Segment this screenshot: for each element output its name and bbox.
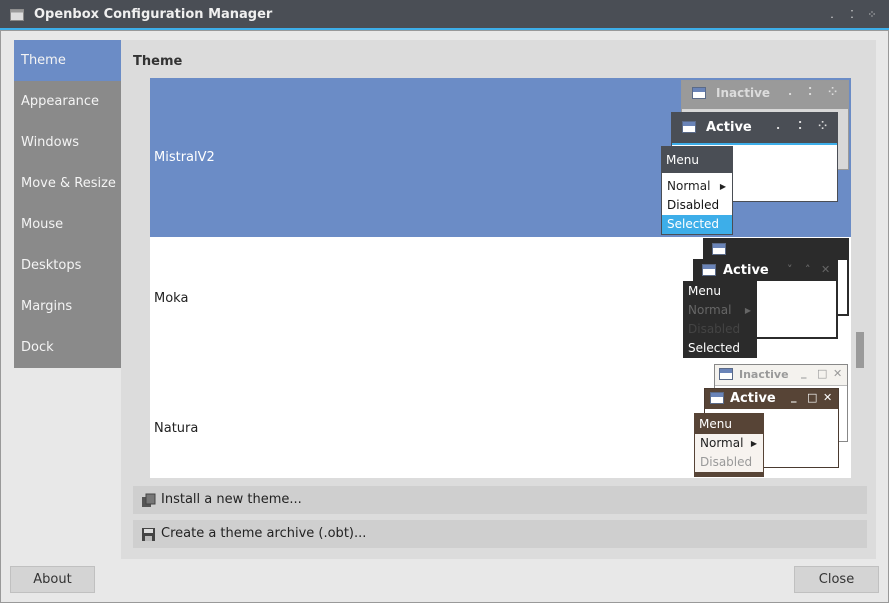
- save-icon: [142, 528, 155, 541]
- sidebar-item-margins[interactable]: Margins: [14, 286, 121, 327]
- menu-item-disabled: Disabled: [688, 322, 741, 336]
- create-archive-button[interactable]: Create a theme archive (.obt)...: [133, 520, 867, 548]
- sidebar-item-desktops[interactable]: Desktops: [14, 245, 121, 286]
- theme-row-natura[interactable]: Natura Inactive _ □ ✕ Active _ □ ✕ Menu …: [150, 363, 851, 478]
- menu-item-normal: Normal ▶: [695, 434, 763, 453]
- chevron-down-icon: ˅: [787, 263, 793, 276]
- close-icon: ⁘: [818, 119, 828, 132]
- menu-item-normal: Normal ▶: [662, 177, 732, 196]
- window-icon: [719, 368, 733, 380]
- window-icon: [712, 243, 726, 255]
- theme-name: Moka: [154, 291, 189, 306]
- sidebar: Theme Appearance Windows Move & Resize M…: [14, 40, 121, 368]
- active-title: Active: [730, 391, 776, 406]
- close-icon[interactable]: ⁘: [866, 8, 878, 22]
- theme-name: Natura: [154, 421, 199, 436]
- close-icon: ✕: [823, 391, 833, 404]
- minimize-icon: _: [801, 366, 807, 379]
- menu-header: Menu: [662, 147, 732, 173]
- sidebar-item-move-resize[interactable]: Move & Resize: [14, 163, 121, 204]
- inactive-title: Inactive: [716, 86, 771, 100]
- window-title: Openbox Configuration Manager: [34, 7, 273, 22]
- scrollbar-thumb[interactable]: [856, 332, 864, 368]
- chevron-up-icon: ˄: [805, 263, 811, 276]
- chevron-right-icon: ▶: [744, 306, 751, 315]
- theme-row-moka[interactable]: Moka Active ˅ ˄ ✕ Menu Normal ▶ Disabled…: [150, 237, 851, 363]
- window-icon: [702, 264, 716, 276]
- theme-name: MistralV2: [154, 150, 215, 165]
- minimize-icon: .: [788, 85, 793, 98]
- sidebar-item-windows[interactable]: Windows: [14, 122, 121, 163]
- theme-row-mistralv2[interactable]: MistralV2 Inactive . ⁚ ⁘ Active . ⁚ ⁘ Me…: [150, 78, 851, 237]
- install-icon: [142, 493, 156, 507]
- maximize-icon: □: [817, 367, 828, 380]
- minimize-icon: _: [791, 390, 797, 403]
- close-icon: ✕: [821, 263, 831, 276]
- maximize-icon[interactable]: ⁚: [846, 8, 858, 22]
- sidebar-item-appearance[interactable]: Appearance: [14, 81, 121, 122]
- maximize-icon: □: [807, 391, 818, 404]
- window-icon: [692, 87, 706, 99]
- window-icon: [710, 392, 724, 404]
- sidebar-item-mouse[interactable]: Mouse: [14, 204, 121, 245]
- active-title: Active: [723, 263, 769, 278]
- inactive-title: Inactive: [739, 368, 789, 381]
- create-archive-label: Create a theme archive (.obt)...: [161, 526, 367, 541]
- preview-menu: Menu Normal ▶ Disabled: [694, 413, 764, 477]
- chevron-right-icon: ▶: [750, 439, 757, 448]
- menu-item-disabled: Disabled: [700, 455, 753, 469]
- minimize-icon[interactable]: .: [826, 8, 838, 22]
- menu-header: Menu: [695, 414, 763, 434]
- chevron-right-icon: ▶: [719, 182, 726, 191]
- title-bar: Openbox Configuration Manager . ⁚ ⁘: [0, 0, 889, 30]
- maximize-icon: ⁚: [798, 119, 803, 132]
- app-icon: [10, 9, 24, 21]
- about-button[interactable]: About: [10, 566, 95, 593]
- close-button[interactable]: Close: [794, 566, 879, 593]
- minimize-icon: .: [776, 119, 781, 132]
- sidebar-item-dock[interactable]: Dock: [14, 327, 121, 368]
- close-icon: ⁘: [828, 85, 838, 98]
- menu-item-disabled: Disabled: [667, 198, 720, 212]
- sidebar-item-theme[interactable]: Theme: [14, 40, 121, 81]
- menu-item-selected: Selected: [662, 215, 732, 234]
- theme-list: MistralV2 Inactive . ⁚ ⁘ Active . ⁚ ⁘ Me…: [150, 78, 851, 478]
- menu-item-label: Normal: [688, 303, 732, 317]
- window-icon: [682, 121, 696, 133]
- maximize-icon: ⁚: [808, 85, 813, 98]
- install-theme-button[interactable]: Install a new theme...: [133, 486, 867, 514]
- menu-item-selected: [695, 472, 763, 476]
- menu-item-label: Normal: [667, 179, 711, 193]
- menu-item-label: Normal: [700, 436, 744, 450]
- active-title: Active: [706, 120, 752, 135]
- menu-item-normal: Normal ▶: [683, 301, 757, 320]
- install-theme-label: Install a new theme...: [161, 492, 302, 507]
- menu-header: Menu: [688, 284, 721, 298]
- close-icon: ✕: [833, 367, 843, 380]
- menu-item-selected: Selected: [688, 341, 741, 355]
- section-title: Theme: [133, 54, 183, 69]
- preview-menu: Menu Normal ▶ Disabled Selected: [683, 281, 757, 358]
- preview-menu: Menu Normal ▶ Disabled Selected: [661, 146, 733, 235]
- scrollbar-track[interactable]: [855, 78, 865, 478]
